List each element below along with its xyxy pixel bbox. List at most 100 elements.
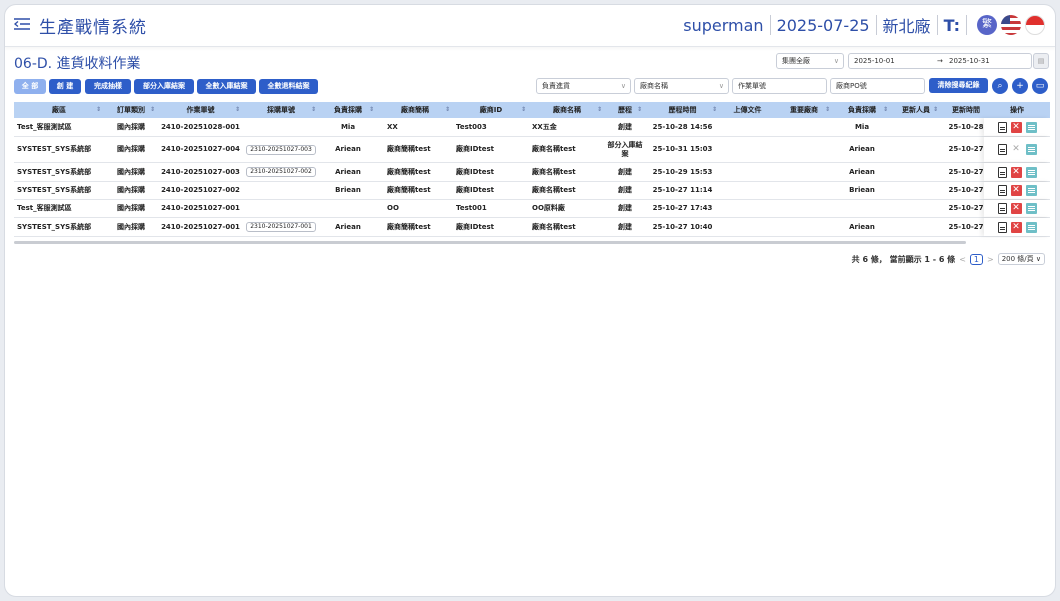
detail-list-icon[interactable] bbox=[1025, 221, 1037, 233]
factory-name[interactable]: 新北廠 bbox=[883, 13, 931, 37]
col-header-buyer[interactable]: 負責採購 ⇕ bbox=[319, 102, 377, 118]
view-document-icon[interactable] bbox=[997, 221, 1007, 233]
delete-icon[interactable]: ✕ bbox=[1010, 203, 1022, 214]
col-header-order-type[interactable]: 訂單類別 ⇕ bbox=[104, 102, 158, 118]
cell-po-no bbox=[243, 182, 319, 199]
vendor-select[interactable]: 廠商名稱 ∨ bbox=[634, 78, 729, 94]
clear-search-button[interactable]: 清除搜尋紀錄 bbox=[929, 78, 988, 93]
delete-icon[interactable]: ✕ bbox=[1010, 166, 1022, 178]
order-type-value: 國內採購 bbox=[117, 167, 145, 176]
col-header-buyer-2[interactable]: 負責採購 ⇕ bbox=[833, 102, 891, 118]
sort-icon[interactable]: ⇕ bbox=[712, 102, 717, 118]
col-header-plant[interactable]: 廠區 ⇕ bbox=[14, 102, 104, 118]
detail-list-icon[interactable] bbox=[1025, 203, 1037, 214]
delete-icon[interactable]: ✕ bbox=[1010, 121, 1022, 133]
sort-icon[interactable]: ⇕ bbox=[235, 102, 240, 118]
col-header-key-vendor[interactable]: 重要廠商 ⇕ bbox=[775, 102, 833, 118]
sort-icon[interactable]: ⇕ bbox=[825, 102, 830, 118]
status-created-button[interactable]: 創 建 bbox=[49, 79, 81, 94]
col-header-history-time[interactable]: 歷程時間 ⇕ bbox=[645, 102, 720, 118]
chevron-down-icon: ∨ bbox=[620, 82, 626, 90]
row-actions: ✕ bbox=[984, 163, 1050, 181]
status-full-stock-button[interactable]: 全數入庫結案 bbox=[197, 79, 256, 94]
user-name[interactable]: superman bbox=[683, 16, 763, 35]
col-header-doc-no-label: 作業單號 bbox=[186, 106, 215, 114]
sort-icon[interactable]: ⇕ bbox=[521, 102, 526, 118]
col-header-vendor-id[interactable]: 廠商ID ⇕ bbox=[453, 102, 529, 118]
doc-no-input[interactable]: 作業單號 bbox=[732, 78, 827, 94]
table-row[interactable]: SYSTEST_SYS系統部 國內採購 2410-20251027-002 Briea… bbox=[14, 182, 1050, 200]
buyer-2-value: Ariean bbox=[849, 145, 875, 153]
table-row[interactable]: Test_客服測試區 國內採購 2410-20251028-001 Mia XX Test… bbox=[14, 118, 1050, 137]
sort-icon[interactable]: ⇕ bbox=[637, 102, 642, 118]
us-flag-icon[interactable] bbox=[1001, 15, 1021, 35]
status-partial-stock-button[interactable]: 部分入庫結案 bbox=[134, 79, 194, 94]
chevron-down-icon: ∨ bbox=[718, 82, 724, 90]
sort-icon[interactable]: ⇕ bbox=[369, 102, 374, 118]
next-page-icon[interactable]: > bbox=[987, 255, 994, 264]
col-header-po-no[interactable]: 採購單號 ⇕ bbox=[243, 102, 319, 118]
page-size-select[interactable]: 200 條/頁 ∨ bbox=[997, 253, 1045, 265]
page-number-button[interactable]: 1 bbox=[969, 253, 983, 265]
calendar-icon[interactable]: ▤ bbox=[1033, 53, 1049, 69]
table-row[interactable]: SYSTEST_SYS系統部 國內採購 2410-20251027-001 2310-… bbox=[14, 218, 1050, 237]
view-document-icon[interactable] bbox=[997, 121, 1007, 133]
col-header-upload[interactable]: 上傳文件 bbox=[720, 102, 775, 118]
owner-select-value: 負責進貨 bbox=[542, 82, 570, 90]
col-header-vendor-name[interactable]: 廠商名稱 ⇕ bbox=[529, 102, 605, 118]
po-no-value[interactable]: 2310-20251027-003 bbox=[246, 144, 316, 155]
detail-list-icon[interactable] bbox=[1025, 144, 1037, 155]
detail-list-icon[interactable] bbox=[1025, 166, 1037, 178]
history-time-value: 25-10-28 14:56 bbox=[652, 122, 713, 131]
prev-page-icon[interactable]: < bbox=[959, 255, 966, 264]
menu-collapse-icon[interactable] bbox=[13, 16, 31, 32]
horizontal-scrollbar[interactable] bbox=[14, 241, 966, 244]
delete-icon[interactable]: ✕ bbox=[1010, 221, 1022, 233]
history-time-value: 25-10-27 11:14 bbox=[652, 186, 713, 194]
sort-icon[interactable]: ⇕ bbox=[883, 102, 888, 118]
col-header-doc-no[interactable]: 作業單號 ⇕ bbox=[158, 102, 243, 118]
col-header-updater[interactable]: 更新人員 ⇕ bbox=[891, 102, 941, 118]
col-header-history[interactable]: 歷程 ⇕ bbox=[605, 102, 645, 118]
col-header-vendor-short[interactable]: 廠商簡稱 ⇕ bbox=[377, 102, 453, 118]
group-select[interactable]: 集團全廠 ∨ bbox=[776, 53, 844, 69]
detail-list-icon[interactable] bbox=[1025, 121, 1037, 133]
sort-icon[interactable]: ⇕ bbox=[150, 102, 155, 118]
view-document-icon[interactable] bbox=[997, 144, 1007, 155]
view-document-icon[interactable] bbox=[997, 203, 1007, 214]
sort-icon[interactable]: ⇕ bbox=[96, 102, 101, 118]
cell-plant: SYSTEST_SYS系統部 bbox=[14, 182, 104, 199]
history-time-value: 25-10-31 15:03 bbox=[652, 145, 713, 153]
status-full-return-button[interactable]: 全數退料結案 bbox=[259, 79, 318, 94]
table-row[interactable]: SYSTEST_SYS系統部 國內採購 2410-20251027-003 2310-… bbox=[14, 163, 1050, 182]
status-sampled-button[interactable]: 完成抽樣 bbox=[85, 79, 131, 94]
sort-icon[interactable]: ⇕ bbox=[597, 102, 602, 118]
table-row[interactable]: SYSTEST_SYS系統部 國內採購 2410-20251027-004 2310-… bbox=[14, 137, 1050, 163]
app-window: 生產戰情系統 superman 2025-07-25 新北廠 T: 繁 06-D… bbox=[4, 4, 1056, 597]
col-header-history-label: 歷程 bbox=[618, 106, 632, 114]
sort-icon[interactable]: ⇕ bbox=[445, 102, 450, 118]
owner-select[interactable]: 負責進貨 ∨ bbox=[536, 78, 631, 94]
po-no-input[interactable]: 廠商PO號 bbox=[830, 78, 925, 94]
cell-buyer-2: Ariean bbox=[833, 163, 891, 181]
singapore-flag-icon[interactable] bbox=[1025, 15, 1045, 35]
history-value: 創建 bbox=[618, 186, 632, 194]
detail-list-icon[interactable] bbox=[1025, 185, 1037, 196]
date-range-picker[interactable]: 2025-10-01 → 2025-10-31 bbox=[848, 53, 1032, 69]
sort-icon[interactable]: ⇕ bbox=[933, 102, 938, 118]
sort-icon[interactable]: ⇕ bbox=[311, 102, 316, 118]
cell-vendor-name: 廠商名稱test bbox=[529, 218, 605, 236]
cell-order-type: 國內採購 bbox=[104, 200, 158, 217]
print-icon[interactable]: ▭ bbox=[1032, 78, 1048, 94]
status-all-button[interactable]: 全 部 bbox=[14, 79, 46, 94]
po-no-value[interactable]: 2310-20251027-002 bbox=[246, 167, 316, 177]
font-size-icon[interactable]: T: bbox=[944, 16, 960, 35]
view-document-icon[interactable] bbox=[997, 166, 1007, 178]
po-no-value[interactable]: 2310-20251027-001 bbox=[246, 222, 316, 232]
search-icon[interactable]: ⌕ bbox=[992, 78, 1008, 94]
delete-icon[interactable]: ✕ bbox=[1010, 185, 1022, 196]
table-row[interactable]: Test_客服測試區 國內採購 2410-20251027-001 OO Test001… bbox=[14, 200, 1050, 218]
traditional-chinese-badge[interactable]: 繁 bbox=[977, 15, 997, 35]
add-icon[interactable]: + bbox=[1012, 78, 1028, 94]
view-document-icon[interactable] bbox=[997, 185, 1007, 196]
